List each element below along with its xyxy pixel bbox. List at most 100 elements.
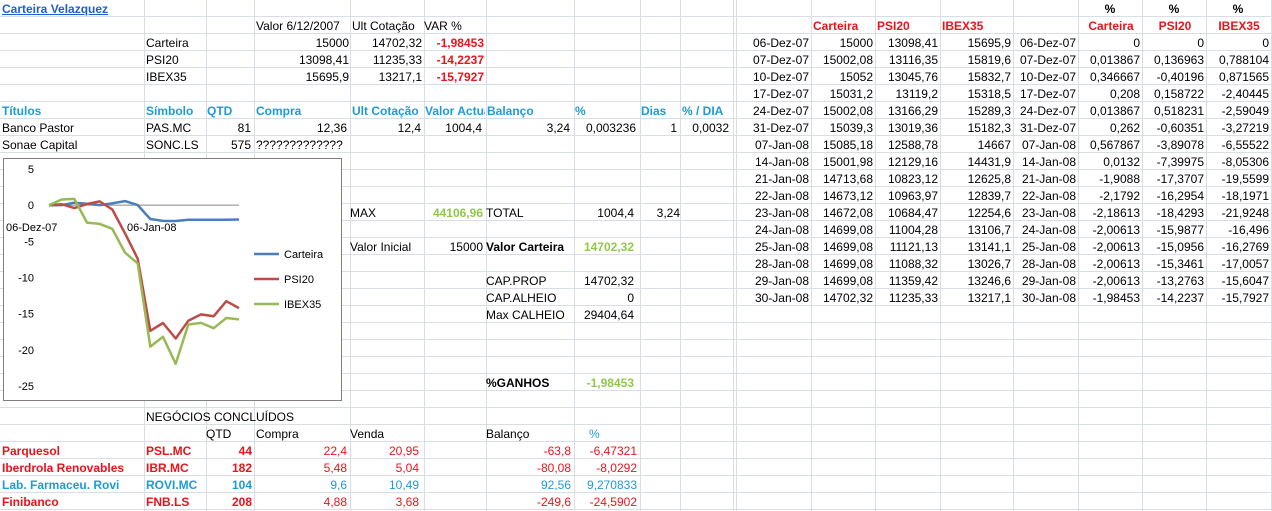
holdings-cell — [641, 137, 677, 154]
closed-deal-qtd: 104 — [231, 478, 252, 492]
history-cell: 12588,78 — [887, 138, 938, 152]
cap-prop-value: 14702,32 — [583, 274, 634, 288]
max-label: MAX — [350, 206, 377, 220]
summary-ult: 14702,32 — [371, 36, 422, 50]
history-cell: -2,00613 — [1092, 274, 1140, 288]
closed-header-pct: % — [589, 427, 600, 441]
history-cell: -16,2769 — [1221, 240, 1269, 254]
holdings-header: Valor Actual — [425, 104, 485, 118]
holdings-cell: PAS.MC — [146, 121, 192, 135]
history-cell: 29-Jan-08 — [754, 274, 809, 288]
history-cell: 12254,6 — [967, 206, 1011, 220]
history-cell: -16,2954 — [1156, 189, 1204, 203]
grid-col-line — [640, 0, 641, 511]
holdings-cell — [682, 137, 729, 154]
grid-row-line — [0, 441, 1272, 442]
history-cell: -15,9877 — [1156, 223, 1204, 237]
history-cell: 24-Jan-08 — [1021, 223, 1076, 237]
y-tick-label: 5 — [28, 164, 34, 176]
history-pct-prefix: % — [1104, 2, 1116, 16]
history-cell: -0,60351 — [1156, 121, 1204, 135]
closed-header-venda: Venda — [350, 427, 385, 441]
history-cell: 0,013867 — [1089, 53, 1140, 67]
history-cell: 24-Jan-08 — [754, 223, 809, 237]
history-cell: 0,136963 — [1153, 53, 1204, 67]
history-cell: 07-Dez-07 — [752, 53, 809, 67]
history-cell: 0,567867 — [1089, 138, 1140, 152]
holdings-header: QTD — [207, 104, 233, 118]
holdings-header: Ult Cotação — [352, 104, 419, 118]
history-cell: 13116,35 — [888, 53, 938, 67]
history-cell: 23-Jan-08 — [754, 206, 809, 220]
history-cell: 0 — [1197, 36, 1204, 50]
history-cell: 10823,12 — [887, 172, 938, 186]
history-cell: 10-Dez-07 — [752, 70, 809, 84]
history-cell: 15085,18 — [822, 138, 873, 152]
closed-deal-name: Finibanco — [2, 495, 59, 509]
line-chart[interactable]: 5 0 -5 -10 -15 -20 -25 06-Dez-07 06-Jan-08 Cartei… — [3, 158, 342, 401]
history-cell: 14-Jan-08 — [1021, 155, 1076, 169]
holdings-cell: ????????????? — [256, 138, 343, 152]
holdings-cell: 3,24 — [546, 121, 570, 135]
history-cell: 13141,1 — [967, 240, 1011, 254]
history-cell: 11235,33 — [888, 291, 938, 305]
history-cell: -2,00613 — [1092, 257, 1140, 271]
history-pct-header: Carteira — [1088, 19, 1134, 33]
valor-carteira-value: 14702,32 — [583, 240, 634, 254]
cap-alheio-value: 0 — [627, 291, 634, 305]
closed-deal-pct: -24,5902 — [589, 495, 637, 509]
history-cell: 13098,41 — [887, 36, 938, 50]
valor-inicial-value: 15000 — [449, 240, 483, 254]
closed-deal-venda: 3,68 — [395, 495, 419, 509]
history-cell: 0,518231 — [1153, 104, 1204, 118]
history-cell: 14699,08 — [822, 274, 873, 288]
history-cell: -1,98453 — [1092, 291, 1140, 305]
closed-deal-qtd: 208 — [231, 495, 252, 509]
closed-deal-pct: -6,47321 — [589, 444, 637, 458]
history-cell: -3,27219 — [1221, 121, 1269, 135]
closed-header-balanco: Balanço — [486, 427, 530, 441]
history-pct-prefix: % — [1168, 2, 1180, 16]
summary-header-var: VAR % — [424, 19, 462, 33]
history-cell: -18,1971 — [1221, 189, 1269, 203]
history-cell: 23-Jan-08 — [1021, 206, 1076, 220]
valor-carteira-label: Valor Carteira — [486, 240, 565, 254]
history-cell: 24-Dez-07 — [1019, 104, 1076, 118]
holdings-cell: 0,0032 — [692, 121, 729, 135]
history-header: IBEX35 — [942, 19, 984, 33]
history-cell: 13217,1 — [967, 291, 1011, 305]
closed-deal-balanco: -249,6 — [536, 495, 571, 509]
closed-deal-compra: 22,4 — [323, 444, 347, 458]
holdings-header: % / DIA — [682, 104, 724, 118]
history-pct-header: IBEX35 — [1218, 19, 1260, 33]
closed-deal-qtd: 44 — [238, 444, 252, 458]
summary-header-valor: Valor 6/12/2007 — [256, 19, 340, 33]
history-cell: 17-Dez-07 — [752, 87, 809, 101]
history-cell: 22-Jan-08 — [754, 189, 809, 203]
closed-deals-title: NEGÓCIOS CONCLUÍDOS — [146, 410, 295, 424]
ganhos-label: %GANHOS — [486, 376, 550, 390]
history-cell: 15318,5 — [967, 87, 1011, 101]
closed-deal-venda: 20,95 — [388, 444, 419, 458]
history-cell: 06-Dez-07 — [752, 36, 809, 50]
total-balance: 3,24 — [656, 206, 680, 220]
closed-deal-symbol: IBR.MC — [146, 461, 189, 475]
grid-col-line — [680, 0, 681, 511]
history-cell: 15002,08 — [822, 104, 873, 118]
history-cell: 28-Jan-08 — [754, 257, 809, 271]
sheet-title-link[interactable]: Carteira Velazquez — [2, 1, 152, 18]
history-cell: 13019,36 — [887, 121, 938, 135]
legend-label: IBEX35 — [284, 299, 321, 311]
history-cell: 31-Dez-07 — [1019, 121, 1076, 135]
history-cell: 0,262 — [1109, 121, 1140, 135]
history-cell: 25-Jan-08 — [1021, 240, 1076, 254]
chart-svg: 5 0 -5 -10 -15 -20 -25 06-Dez-07 06-Jan-08 Cartei… — [6, 164, 324, 393]
y-tick-label: 0 — [28, 200, 34, 212]
history-cell: 30-Jan-08 — [1021, 291, 1076, 305]
summary-row-label: Carteira — [146, 36, 189, 50]
ganhos-value: -1,98453 — [586, 376, 634, 390]
cap-alheio-label: CAP.ALHEIO — [486, 291, 557, 305]
cap-prop-label: CAP.PROP — [486, 274, 547, 288]
history-cell: 11004,28 — [888, 223, 938, 237]
history-cell: 15182,3 — [967, 121, 1011, 135]
